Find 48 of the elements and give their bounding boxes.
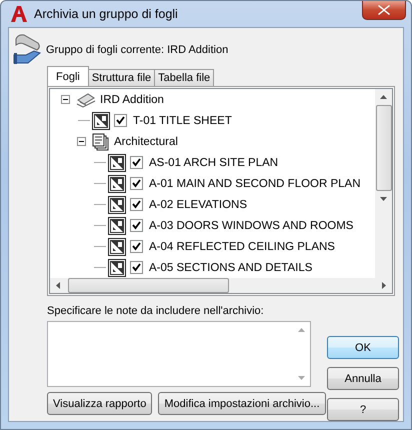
- notes-label: Specificare le note da includere nell'archivio:: [47, 305, 265, 317]
- button[interactable]: Annulla: [327, 367, 399, 390]
- tree-item[interactable]: A-04 REFLECTED CEILING PLANS: [149, 240, 335, 252]
- tab[interactable]: Fogli: [47, 66, 89, 86]
- button[interactable]: Modifica impostazioni archivio...: [158, 392, 326, 415]
- horizontal-scrollbar[interactable]: [50, 278, 392, 293]
- collapse-icon[interactable]: [76, 137, 86, 146]
- checkbox[interactable]: [130, 156, 143, 169]
- current-set-label: Gruppo di fogli corrente: IRD Addition: [46, 44, 228, 56]
- tree-item[interactable]: A-03 DOORS WINDOWS AND ROOMS: [149, 220, 354, 232]
- tree-item[interactable]: AS-01 ARCH SITE PLAN: [149, 156, 278, 168]
- sheet-icon: [92, 112, 110, 130]
- checkbox[interactable]: [130, 198, 143, 211]
- checkbox[interactable]: [114, 114, 127, 127]
- tree-item[interactable]: IRD Addition: [100, 94, 164, 106]
- left-arrow-icon[interactable]: [56, 282, 60, 289]
- sheet-icon: [108, 216, 126, 234]
- close-icon: [378, 5, 390, 15]
- tab[interactable]: Tabella file: [154, 69, 214, 86]
- window-title: Archivia un gruppo di fogli: [34, 7, 178, 21]
- button[interactable]: ?: [327, 398, 399, 421]
- down-arrow-icon[interactable]: [380, 197, 387, 201]
- tree-item[interactable]: A-01 MAIN AND SECOND FLOOR PLAN: [149, 178, 361, 190]
- ok-button[interactable]: OK: [327, 336, 399, 359]
- checkbox[interactable]: [130, 240, 143, 253]
- right-arrow-icon[interactable]: [382, 282, 386, 289]
- close-button[interactable]: [362, 1, 406, 20]
- sheet-icon: [108, 258, 126, 276]
- sheet-icon: [108, 238, 126, 256]
- sheet-icon: [108, 196, 126, 214]
- up-arrow-icon[interactable]: [380, 95, 387, 99]
- sheet-stack-icon: [92, 132, 110, 150]
- tree-item[interactable]: T-01 TITLE SHEET: [133, 114, 232, 126]
- checkbox[interactable]: [130, 219, 143, 232]
- tree-item[interactable]: Architectural: [114, 136, 178, 148]
- tree-item[interactable]: A-05 SECTIONS AND DETAILS: [149, 262, 312, 274]
- sheet-set-icon: [12, 33, 42, 67]
- collapse-icon[interactable]: [60, 95, 70, 104]
- vertical-scrollbar[interactable]: [375, 89, 392, 278]
- tab[interactable]: Struttura file: [88, 69, 156, 86]
- app-logo-icon: [10, 5, 28, 23]
- sheet-icon: [108, 154, 126, 172]
- sheet-set-icon: [76, 92, 96, 108]
- sheet-icon: [108, 174, 126, 192]
- tree-item[interactable]: A-02 ELEVATIONS: [149, 198, 247, 210]
- button[interactable]: Visualizza rapporto: [47, 392, 152, 415]
- checkbox[interactable]: [130, 261, 143, 274]
- checkbox[interactable]: [130, 177, 143, 190]
